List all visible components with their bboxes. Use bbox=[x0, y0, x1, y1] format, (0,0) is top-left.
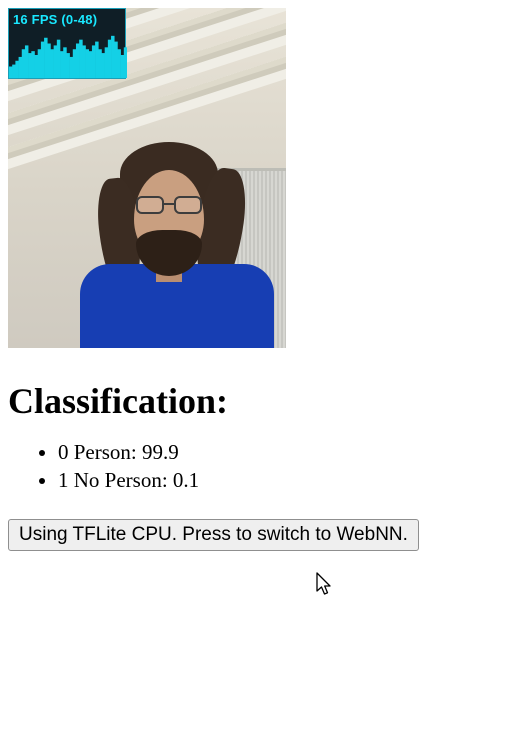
switch-engine-button[interactable]: Using TFLite CPU. Press to switch to Web… bbox=[8, 519, 419, 551]
glasses-icon bbox=[136, 196, 202, 216]
result-text: 1 No Person: 0.1 bbox=[58, 468, 199, 492]
results-list: 0 Person: 99.9 1 No Person: 0.1 bbox=[8, 438, 498, 495]
cursor-icon bbox=[316, 572, 334, 596]
result-item: 0 Person: 99.9 bbox=[58, 438, 498, 466]
fps-overlay: 16 FPS (0-48) bbox=[8, 8, 126, 79]
page-root: 16 FPS (0-48) Classification: 0 Person: … bbox=[0, 0, 506, 559]
classification-heading: Classification: bbox=[8, 380, 498, 422]
fps-history-chart bbox=[9, 32, 127, 78]
result-item: 1 No Person: 0.1 bbox=[58, 466, 498, 494]
result-text: 0 Person: 99.9 bbox=[58, 440, 179, 464]
fps-label: 16 FPS (0-48) bbox=[13, 12, 97, 27]
camera-feed: 16 FPS (0-48) bbox=[8, 8, 286, 348]
